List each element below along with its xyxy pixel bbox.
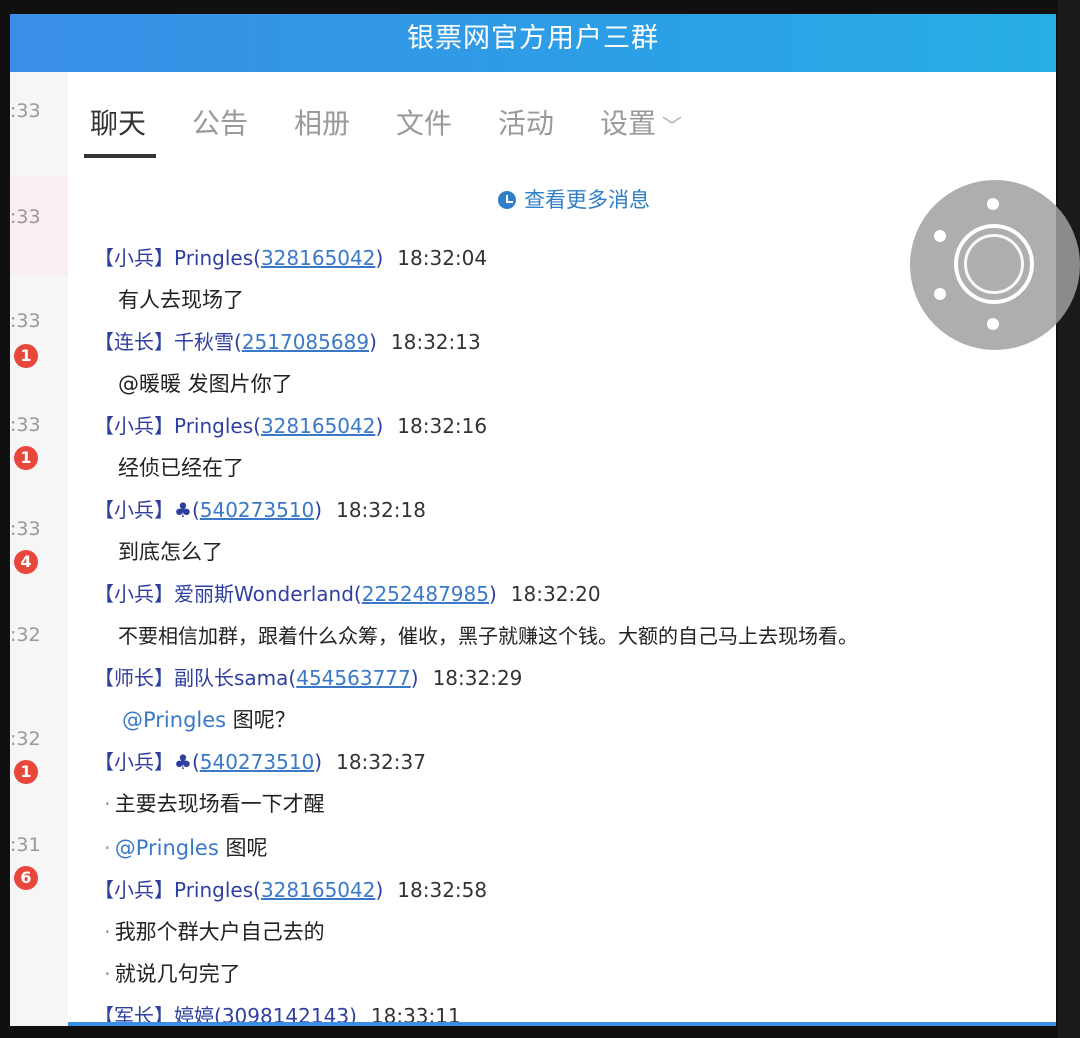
member-name[interactable]: Pringles: [174, 246, 253, 270]
conversation-time[interactable]: :33: [10, 310, 42, 332]
message-header: 【小兵】♣(540273510) 18:32:37: [94, 750, 426, 774]
tab-chat[interactable]: 聊天: [90, 102, 146, 142]
member-name[interactable]: ♣: [174, 750, 192, 774]
tab-settings-label: 设置: [600, 107, 657, 140]
bullet-dot: ·: [104, 920, 111, 944]
message-text: 不要相信加群，跟着什么众筹，催收，黑子就赚这个钱。大额的自己马上去现场看。: [118, 624, 858, 648]
message-text: · 主要去现场看一下才醒: [104, 788, 325, 818]
member-id-link[interactable]: 2252487985: [362, 582, 489, 606]
message-text: 经侦已经在了: [118, 456, 244, 480]
message-text: 有人去现场了: [118, 288, 244, 312]
message-header: 【小兵】爱丽斯Wonderland(2252487985) 18:32:20: [94, 582, 601, 606]
message-text: @暖暖 发图片你了: [118, 372, 293, 396]
bottom-divider: [68, 1022, 1056, 1026]
bullet-dot: ·: [104, 962, 111, 986]
conversation-time[interactable]: :31: [10, 834, 42, 856]
conversation-time[interactable]: :32: [10, 624, 42, 646]
message-time: 18:32:16: [397, 414, 488, 438]
member-rank: 【小兵】: [94, 414, 174, 438]
member-rank: 【小兵】: [94, 878, 174, 902]
member-id-link[interactable]: 328165042: [261, 246, 376, 270]
assistive-touch-button[interactable]: [910, 180, 1080, 350]
message-time: 18:32:37: [336, 750, 426, 774]
message-time: 18:32:20: [510, 582, 601, 606]
message-text: · 我那个群大户自己去的: [104, 916, 325, 946]
conversation-time[interactable]: :32: [10, 728, 42, 750]
message-header: 【连长】千秋雪(2517085689) 18:32:13: [94, 330, 481, 354]
member-id-link[interactable]: 540273510: [200, 750, 315, 774]
message-time: 18:32:58: [397, 878, 488, 902]
member-name[interactable]: 副队长sama: [174, 666, 288, 690]
mention-link[interactable]: @Pringles: [115, 836, 219, 860]
conversation-time[interactable]: :33: [10, 518, 42, 540]
assistive-touch-pip: [987, 318, 999, 330]
background-edge: [1058, 0, 1080, 1038]
member-id-link[interactable]: 540273510: [200, 498, 315, 522]
message-text-body: 图呢？: [232, 708, 296, 732]
assistive-touch-pip: [934, 230, 946, 242]
mention-link[interactable]: @Pringles: [122, 708, 226, 732]
message-time: 18:32:13: [390, 330, 481, 354]
conversation-time[interactable]: :33: [10, 100, 42, 122]
bullet-dot: ·: [104, 792, 111, 816]
conversation-time[interactable]: :33: [10, 414, 42, 436]
member-name[interactable]: ♣: [174, 498, 192, 522]
unread-badge: 1: [14, 446, 38, 470]
message-text: 到底怎么了: [118, 540, 223, 564]
message-text-body: 就说几句完了: [114, 962, 241, 986]
tab-album[interactable]: 相册: [294, 102, 350, 142]
message-text-body: 主要去现场看一下才醒: [114, 792, 325, 816]
member-name[interactable]: 千秋雪: [174, 330, 234, 354]
assistive-touch-pip: [934, 288, 946, 300]
message-text-body: 我那个群大户自己去的: [114, 920, 325, 944]
active-tab-indicator: [84, 154, 156, 158]
member-rank: 【小兵】: [94, 750, 174, 774]
tab-announcements[interactable]: 公告: [192, 102, 248, 142]
message-text: @Pringles 图呢？: [122, 704, 296, 734]
unread-badge: 1: [14, 760, 38, 784]
conversation-time[interactable]: :33: [10, 206, 42, 228]
message-header: 【小兵】Pringles(328165042) 18:32:58: [94, 878, 488, 902]
chevron-down-icon: ﹀: [662, 114, 683, 138]
view-more-messages-link[interactable]: 查看更多消息: [498, 184, 650, 214]
message-text: · 就说几句完了: [104, 958, 241, 988]
message-time: 18:32:04: [397, 246, 488, 270]
bullet-dot: ·: [104, 836, 111, 860]
message-header: 【小兵】Pringles(328165042) 18:32:16: [94, 414, 488, 438]
member-id-link[interactable]: 328165042: [261, 878, 376, 902]
member-rank: 【小兵】: [94, 246, 174, 270]
tab-activities[interactable]: 活动: [498, 102, 554, 142]
member-rank: 【连长】: [94, 330, 174, 354]
member-name[interactable]: Pringles: [174, 878, 253, 902]
member-id-link[interactable]: 454563777: [296, 666, 411, 690]
tab-files[interactable]: 文件: [396, 102, 452, 142]
unread-badge: 4: [14, 550, 38, 574]
message-time: 18:32:29: [432, 666, 523, 690]
member-id-link[interactable]: 328165042: [261, 414, 376, 438]
chat-window: 银票网官方用户三群 :33 :33 :33 1 :33 1 :33 4 :32 …: [10, 14, 1056, 1026]
view-more-messages-label: 查看更多消息: [524, 188, 650, 212]
message-text: · @Pringles 图呢: [104, 832, 267, 862]
conversation-list: :33 :33 :33 1 :33 1 :33 4 :32 :32 1 :31 …: [10, 72, 68, 1026]
clock-icon: [498, 191, 516, 209]
tab-settings[interactable]: 设置 ﹀: [600, 102, 682, 142]
window-title: 银票网官方用户三群: [10, 14, 1056, 72]
member-id-link[interactable]: 2517085689: [242, 330, 369, 354]
message-header: 【小兵】Pringles(328165042) 18:32:04: [94, 246, 488, 270]
member-rank: 【小兵】: [94, 582, 174, 606]
assistive-touch-icon: [954, 224, 1034, 304]
message-text-body: 图呢: [225, 836, 268, 860]
unread-badge: 6: [14, 866, 38, 890]
tab-bar: 聊天 公告 相册 文件 活动 设置 ﹀: [68, 72, 1056, 170]
member-rank: 【小兵】: [94, 498, 174, 522]
message-header: 【小兵】♣(540273510) 18:32:18: [94, 498, 426, 522]
member-name[interactable]: Pringles: [174, 414, 253, 438]
message-header: 【师长】副队长sama(454563777) 18:32:29: [94, 666, 523, 690]
assistive-touch-pip: [987, 198, 999, 210]
member-name[interactable]: 爱丽斯Wonderland: [174, 582, 354, 606]
member-rank: 【师长】: [94, 666, 174, 690]
message-time: 18:32:18: [336, 498, 426, 522]
unread-badge: 1: [14, 344, 38, 368]
